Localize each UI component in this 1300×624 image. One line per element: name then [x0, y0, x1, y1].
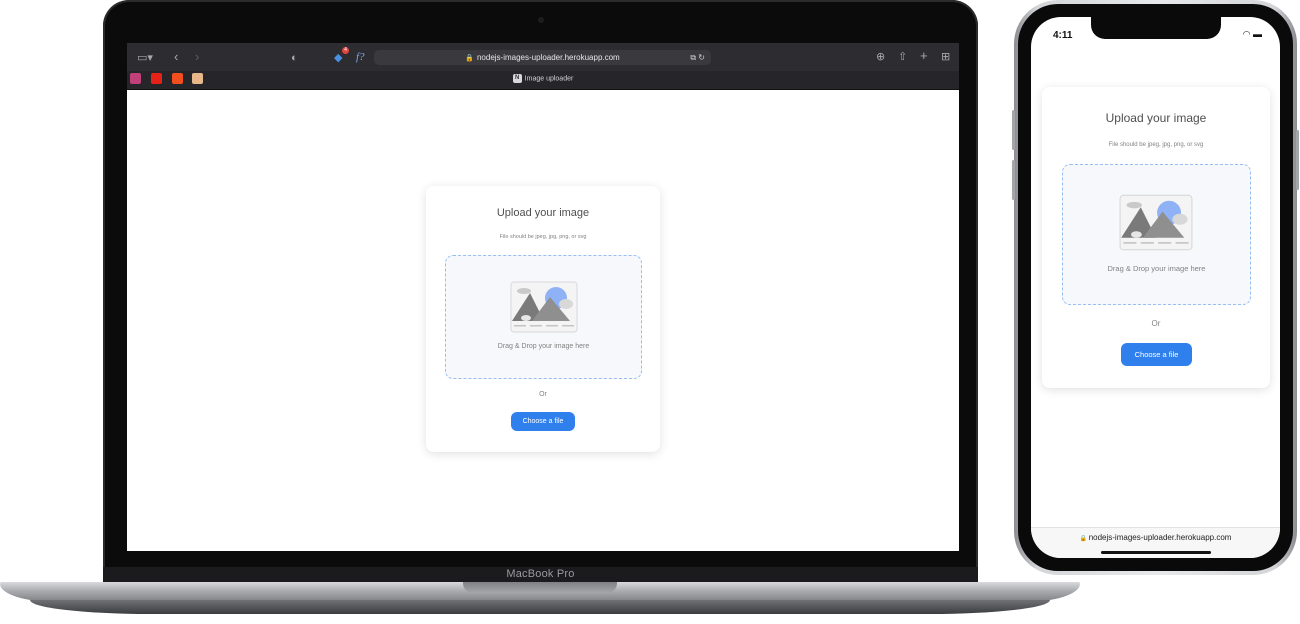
- new-tab-icon[interactable]: +: [920, 49, 928, 63]
- phone-address-bar[interactable]: 🔒 nodejs-images-uploader.herokuapp.com: [1031, 527, 1280, 558]
- address-bar[interactable]: 🔒 nodejs-images-uploader.herokuapp.com ⧉ …: [374, 50, 711, 65]
- phone-url-text: nodejs-images-uploader.herokuapp.com: [1088, 533, 1232, 542]
- home-indicator: [1101, 551, 1211, 554]
- drop-text: Drag & Drop your image here: [497, 343, 590, 350]
- browser-toolbar: ▭▾ ‹ › ◐ ◆ 4 f? 🔒 nodejs-images-uploader.…: [127, 43, 959, 71]
- drop-zone[interactable]: Drag & Drop your image here: [445, 255, 642, 379]
- tab-favicon: N: [512, 74, 522, 83]
- lock-icon: 🔒: [1079, 536, 1089, 542]
- extension-fx-icon[interactable]: f?: [356, 50, 365, 64]
- sidebar-toggle-icon[interactable]: ▭▾: [137, 51, 153, 65]
- privacy-shield-icon[interactable]: ◐: [291, 51, 298, 65]
- phone-notch: [1091, 17, 1221, 39]
- laptop-base-bottom: [30, 600, 1050, 614]
- choose-file-button[interactable]: Choose a file: [1121, 343, 1192, 366]
- or-separator: Or: [1151, 319, 1161, 328]
- wifi-battery-icons: ◠ ▬: [1242, 29, 1262, 39]
- extension-layers-icon[interactable]: ◆: [334, 51, 342, 65]
- back-icon[interactable]: ‹: [174, 50, 178, 64]
- volume-button: [1012, 110, 1015, 150]
- drop-zone[interactable]: Drag & Drop your image here: [1062, 164, 1251, 305]
- tab-title: Image uploader: [524, 75, 574, 83]
- lock-icon: 🔒: [465, 55, 474, 62]
- macbook-frame: ▭▾ ‹ › ◐ ◆ 4 f? 🔒 nodejs-images-uploader.…: [103, 0, 978, 584]
- laptop-opening-notch: [463, 582, 617, 593]
- laptop-screen: ▭▾ ‹ › ◐ ◆ 4 f? 🔒 nodejs-images-uploader.…: [127, 43, 959, 551]
- notification-badge: 4: [342, 47, 349, 54]
- tab-bar: N Image uploader: [127, 71, 959, 90]
- active-tab[interactable]: N Image uploader: [127, 74, 959, 83]
- phone-url: 🔒 nodejs-images-uploader.herokuapp.com: [1031, 533, 1280, 542]
- choose-file-button[interactable]: Choose a file: [511, 412, 575, 431]
- file-type-hint: File should be jpeg, jpg, png, or svg: [1108, 142, 1204, 148]
- upload-card-mobile: Upload your image File should be jpeg, j…: [1042, 87, 1270, 388]
- camera: [538, 17, 544, 23]
- translate-reload-icons[interactable]: ⧉ ↻: [690, 50, 705, 65]
- status-time: 4:11: [1053, 30, 1073, 41]
- or-separator: Or: [539, 391, 547, 398]
- upload-card: Upload your image File should be jpeg, j…: [426, 186, 660, 452]
- image-placeholder-icon: [510, 281, 578, 333]
- upload-title: Upload your image: [496, 207, 590, 219]
- device-label: MacBook Pro: [506, 568, 575, 580]
- iphone-frame: 4:11 ◠ ▬ Upload your image File should b…: [1012, 0, 1299, 575]
- phone-screen: 4:11 ◠ ▬ Upload your image File should b…: [1031, 17, 1280, 558]
- share-icon[interactable]: ⇧: [898, 50, 907, 64]
- upload-title: Upload your image: [1105, 111, 1207, 125]
- volume-button: [1012, 160, 1015, 200]
- tab-overview-icon[interactable]: ⊞: [941, 50, 950, 64]
- forward-icon[interactable]: ›: [195, 50, 199, 64]
- image-placeholder-icon: [1119, 194, 1193, 251]
- power-button: [1296, 130, 1299, 190]
- drop-text: Drag & Drop your image here: [1107, 264, 1206, 273]
- file-type-hint: File should be jpeg, jpg, png, or svg: [499, 234, 587, 240]
- downloads-icon[interactable]: ⊕: [876, 50, 885, 64]
- address-text: nodejs-images-uploader.herokuapp.com: [476, 53, 620, 62]
- iphone-bezel: 4:11 ◠ ▬ Upload your image File should b…: [1018, 4, 1293, 571]
